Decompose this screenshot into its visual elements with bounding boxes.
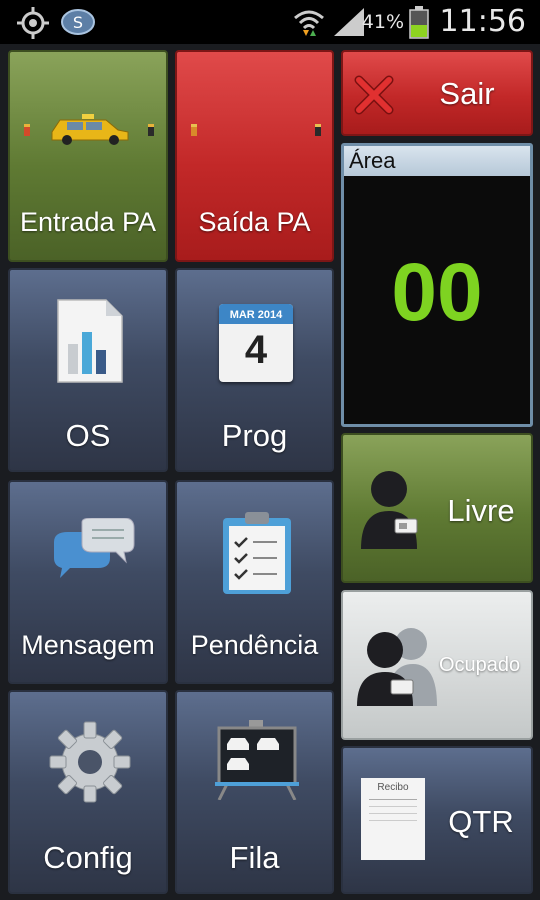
area-panel: Área 00 [341,143,533,427]
fila-label: Fila [229,840,280,875]
pendencia-label: Pendência [190,630,319,660]
mensagem-button[interactable]: Mensagem [8,480,168,684]
qtr-label: QTR [448,804,514,839]
config-label: Config [43,840,133,875]
battery-icon [409,6,429,39]
entrada-pa-label: Entrada PA [19,207,157,237]
report-chart-icon [57,299,123,383]
receipt-title: Recibo [377,782,409,793]
taxi-icon [24,114,154,145]
gps-icon [17,7,49,39]
status-bar: S 41% 11:56 [0,0,540,44]
prog-label: Prog [221,418,288,453]
gear-icon [49,721,131,803]
flag-icon [191,124,321,136]
config-button[interactable]: Config [8,690,168,894]
qtr-button[interactable]: Recibo QTR [341,746,533,894]
os-label: OS [65,418,111,453]
battery-percent: 41% [361,11,404,33]
drivers-busy-icon [357,628,437,706]
entrada-pa-button[interactable]: Entrada PA [8,50,168,262]
calendar-day: 4 [244,328,268,372]
fila-button[interactable]: Fila [175,690,334,894]
app-icon: S [61,9,95,35]
chat-bubbles-icon [54,518,135,578]
clock: 11:56 [439,4,526,39]
wifi-icon [294,10,324,36]
sair-label: Sair [439,76,495,111]
ocupado-label: Ocupado [439,654,521,676]
calendar-month: MAR 2014 [219,304,293,324]
prog-button[interactable]: MAR 2014 4 Prog [175,268,334,472]
pendencia-button[interactable]: Pendência [175,480,334,684]
os-button[interactable]: OS [8,268,168,472]
mensagem-label: Mensagem [21,630,155,660]
area-title: Área [344,146,530,176]
saida-pa-label: Saída PA [198,207,311,237]
calendar-icon: MAR 2014 4 [219,304,293,382]
area-value: 00 [391,247,483,338]
queue-board-icon [215,720,299,800]
livre-button[interactable]: Livre [341,433,533,583]
svg-text:S: S [73,13,83,32]
saida-pa-button[interactable]: Saída PA [175,50,334,262]
sair-button[interactable]: Sair [341,50,533,136]
ocupado-button[interactable]: Ocupado [341,590,533,740]
clipboard-icon [223,512,291,594]
livre-label: Livre [447,493,515,528]
